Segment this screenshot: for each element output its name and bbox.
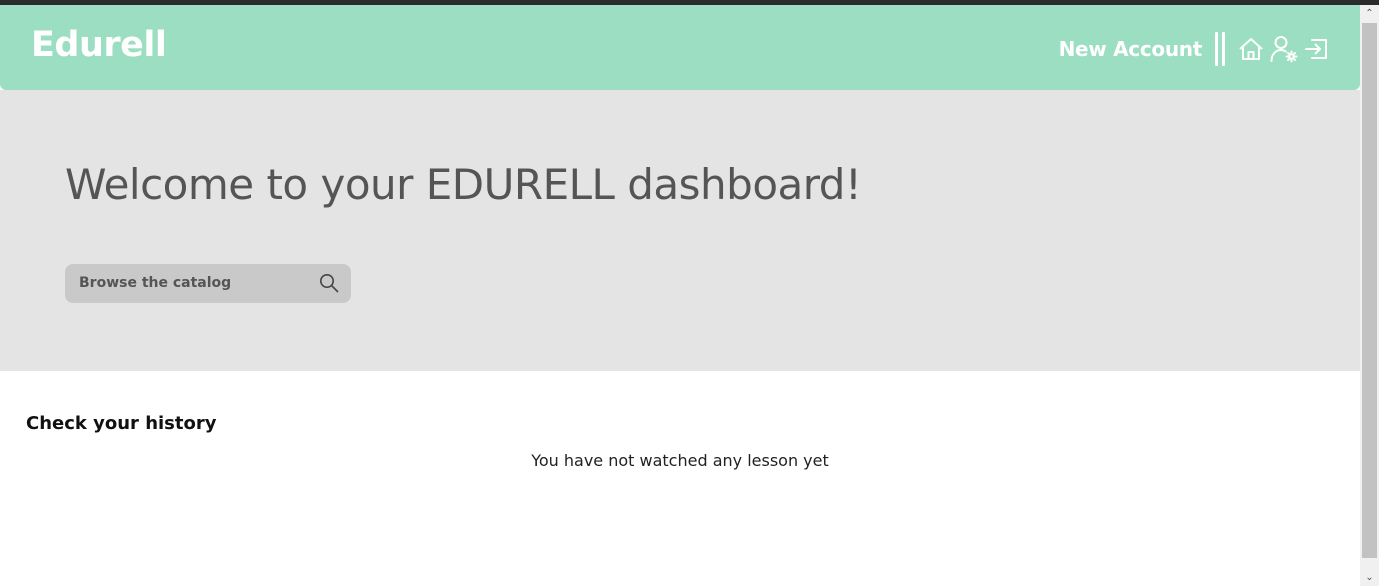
- search-icon: [319, 273, 339, 293]
- scroll-down-arrow[interactable]: ⌄: [1360, 569, 1379, 586]
- catalog-search-button[interactable]: Browse the catalog: [65, 264, 351, 303]
- home-icon[interactable]: [1236, 34, 1266, 64]
- top-header: Edurell New Account: [0, 5, 1360, 90]
- welcome-hero: Welcome to your EDURELL dashboard! Brows…: [0, 90, 1360, 371]
- dashboard-page: Edurell New Account Welcome to your EDUR…: [0, 5, 1360, 586]
- header-nav: New Account: [1059, 29, 1332, 69]
- nav-divider: [1215, 32, 1225, 66]
- brand-logo[interactable]: Edurell: [31, 24, 167, 66]
- history-heading: Check your history: [26, 412, 217, 434]
- page-title: Welcome to your EDURELL dashboard!: [65, 160, 862, 209]
- history-empty-message: You have not watched any lesson yet: [531, 451, 829, 470]
- new-account-link[interactable]: New Account: [1059, 37, 1203, 61]
- scroll-up-arrow[interactable]: ⌃: [1360, 5, 1379, 22]
- page-scrollbar[interactable]: ⌃ ⌄: [1360, 5, 1379, 586]
- catalog-search-label: Browse the catalog: [79, 275, 232, 291]
- user-settings-icon[interactable]: [1269, 34, 1299, 64]
- logout-icon[interactable]: [1302, 34, 1332, 64]
- scroll-thumb[interactable]: [1362, 23, 1377, 558]
